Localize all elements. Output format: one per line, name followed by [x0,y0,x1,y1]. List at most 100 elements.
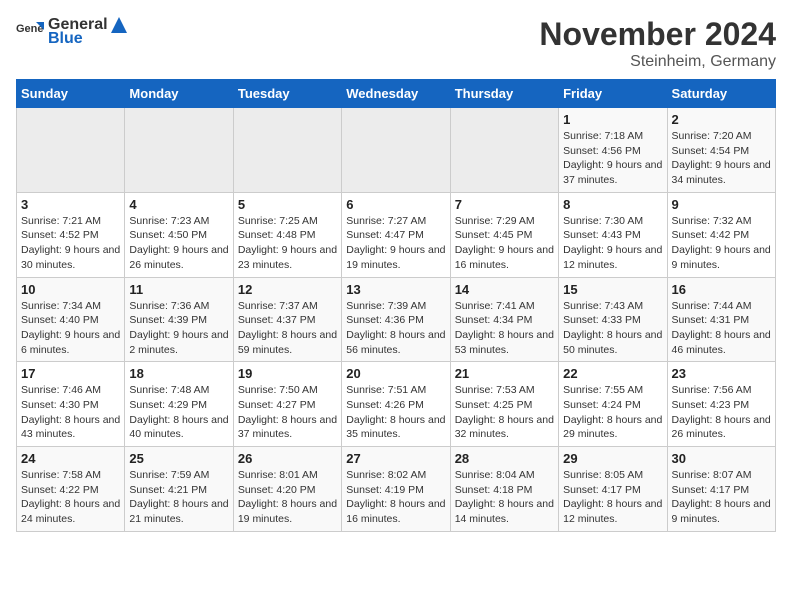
empty-cell [17,108,125,193]
calendar-body: 1 Sunrise: 7:18 AM Sunset: 4:56 PM Daylig… [17,108,776,532]
day-number: 19 [238,366,337,381]
calendar-header: SundayMondayTuesdayWednesdayThursdayFrid… [17,80,776,108]
week-row-5: 24 Sunrise: 7:58 AM Sunset: 4:22 PM Dayli… [17,447,776,532]
day-number: 20 [346,366,445,381]
day-cell-26: 26 Sunrise: 8:01 AM Sunset: 4:20 PM Dayli… [233,447,341,532]
title-area: November 2024 Steinheim, Germany [539,16,776,71]
day-info: Sunrise: 7:32 AM Sunset: 4:42 PM Dayligh… [672,214,771,273]
day-number: 27 [346,451,445,466]
day-cell-9: 9 Sunrise: 7:32 AM Sunset: 4:42 PM Daylig… [667,192,775,277]
day-info: Sunrise: 7:48 AM Sunset: 4:29 PM Dayligh… [129,383,228,442]
week-row-4: 17 Sunrise: 7:46 AM Sunset: 4:30 PM Dayli… [17,362,776,447]
day-number: 6 [346,197,445,212]
day-cell-15: 15 Sunrise: 7:43 AM Sunset: 4:33 PM Dayli… [559,277,667,362]
day-number: 28 [455,451,554,466]
day-number: 26 [238,451,337,466]
day-number: 7 [455,197,554,212]
day-number: 3 [21,197,120,212]
day-cell-10: 10 Sunrise: 7:34 AM Sunset: 4:40 PM Dayli… [17,277,125,362]
day-header-thursday: Thursday [450,80,558,108]
day-cell-24: 24 Sunrise: 7:58 AM Sunset: 4:22 PM Dayli… [17,447,125,532]
day-number: 13 [346,282,445,297]
day-info: Sunrise: 7:25 AM Sunset: 4:48 PM Dayligh… [238,214,337,273]
day-info: Sunrise: 7:34 AM Sunset: 4:40 PM Dayligh… [21,299,120,358]
day-cell-18: 18 Sunrise: 7:48 AM Sunset: 4:29 PM Dayli… [125,362,233,447]
day-cell-22: 22 Sunrise: 7:55 AM Sunset: 4:24 PM Dayli… [559,362,667,447]
day-header-wednesday: Wednesday [342,80,450,108]
logo-triangle-icon [110,16,128,34]
week-row-2: 3Sunrise: 7:21 AM Sunset: 4:52 PM Daylig… [17,192,776,277]
day-cell-7: 7Sunrise: 7:29 AM Sunset: 4:45 PM Daylig… [450,192,558,277]
logo: General General Blue [16,16,128,48]
day-cell-20: 20 Sunrise: 7:51 AM Sunset: 4:26 PM Dayli… [342,362,450,447]
day-info: Sunrise: 8:05 AM Sunset: 4:17 PM Dayligh… [563,468,662,527]
header: General General Blue November 2024 Stein… [16,16,776,71]
empty-cell [125,108,233,193]
day-info: Sunrise: 7:51 AM Sunset: 4:26 PM Dayligh… [346,383,445,442]
day-info: Sunrise: 7:59 AM Sunset: 4:21 PM Dayligh… [129,468,228,527]
day-info: Sunrise: 7:20 AM Sunset: 4:54 PM Dayligh… [672,129,771,188]
day-number: 24 [21,451,120,466]
day-number: 22 [563,366,662,381]
day-number: 4 [129,197,228,212]
day-cell-6: 6 Sunrise: 7:27 AM Sunset: 4:47 PM Daylig… [342,192,450,277]
day-header-monday: Monday [125,80,233,108]
day-cell-8: 8 Sunrise: 7:30 AM Sunset: 4:43 PM Daylig… [559,192,667,277]
day-info: Sunrise: 7:56 AM Sunset: 4:23 PM Dayligh… [672,383,771,442]
day-info: Sunrise: 8:02 AM Sunset: 4:19 PM Dayligh… [346,468,445,527]
day-number: 17 [21,366,120,381]
day-cell-25: 25 Sunrise: 7:59 AM Sunset: 4:21 PM Dayli… [125,447,233,532]
day-number: 23 [672,366,771,381]
day-cell-29: 29 Sunrise: 8:05 AM Sunset: 4:17 PM Dayli… [559,447,667,532]
day-info: Sunrise: 7:36 AM Sunset: 4:39 PM Dayligh… [129,299,228,358]
day-cell-17: 17 Sunrise: 7:46 AM Sunset: 4:30 PM Dayli… [17,362,125,447]
day-cell-12: 12Sunrise: 7:37 AM Sunset: 4:37 PM Dayli… [233,277,341,362]
day-header-friday: Friday [559,80,667,108]
day-cell-16: 16 Sunrise: 7:44 AM Sunset: 4:31 PM Dayli… [667,277,775,362]
day-info: Sunrise: 7:55 AM Sunset: 4:24 PM Dayligh… [563,383,662,442]
day-number: 10 [21,282,120,297]
week-row-1: 1 Sunrise: 7:18 AM Sunset: 4:56 PM Daylig… [17,108,776,193]
day-info: Sunrise: 7:30 AM Sunset: 4:43 PM Dayligh… [563,214,662,273]
day-number: 16 [672,282,771,297]
day-number: 1 [563,112,662,127]
day-cell-2: 2Sunrise: 7:20 AM Sunset: 4:54 PM Daylig… [667,108,775,193]
day-cell-14: 14Sunrise: 7:41 AM Sunset: 4:34 PM Dayli… [450,277,558,362]
day-info: Sunrise: 7:53 AM Sunset: 4:25 PM Dayligh… [455,383,554,442]
day-info: Sunrise: 7:27 AM Sunset: 4:47 PM Dayligh… [346,214,445,273]
day-info: Sunrise: 7:23 AM Sunset: 4:50 PM Dayligh… [129,214,228,273]
day-number: 11 [129,282,228,297]
day-cell-3: 3Sunrise: 7:21 AM Sunset: 4:52 PM Daylig… [17,192,125,277]
day-cell-13: 13 Sunrise: 7:39 AM Sunset: 4:36 PM Dayli… [342,277,450,362]
day-number: 14 [455,282,554,297]
day-info: Sunrise: 7:44 AM Sunset: 4:31 PM Dayligh… [672,299,771,358]
day-info: Sunrise: 7:39 AM Sunset: 4:36 PM Dayligh… [346,299,445,358]
day-header-tuesday: Tuesday [233,80,341,108]
day-number: 15 [563,282,662,297]
day-cell-1: 1 Sunrise: 7:18 AM Sunset: 4:56 PM Daylig… [559,108,667,193]
day-cell-23: 23 Sunrise: 7:56 AM Sunset: 4:23 PM Dayli… [667,362,775,447]
day-cell-5: 5 Sunrise: 7:25 AM Sunset: 4:48 PM Daylig… [233,192,341,277]
day-cell-11: 11 Sunrise: 7:36 AM Sunset: 4:39 PM Dayli… [125,277,233,362]
day-info: Sunrise: 8:01 AM Sunset: 4:20 PM Dayligh… [238,468,337,527]
day-cell-28: 28Sunrise: 8:04 AM Sunset: 4:18 PM Dayli… [450,447,558,532]
days-of-week-row: SundayMondayTuesdayWednesdayThursdayFrid… [17,80,776,108]
day-header-sunday: Sunday [17,80,125,108]
day-info: Sunrise: 7:58 AM Sunset: 4:22 PM Dayligh… [21,468,120,527]
day-cell-4: 4 Sunrise: 7:23 AM Sunset: 4:50 PM Daylig… [125,192,233,277]
day-number: 25 [129,451,228,466]
day-cell-30: 30Sunrise: 8:07 AM Sunset: 4:17 PM Dayli… [667,447,775,532]
day-number: 9 [672,197,771,212]
day-info: Sunrise: 7:18 AM Sunset: 4:56 PM Dayligh… [563,129,662,188]
day-number: 29 [563,451,662,466]
day-number: 8 [563,197,662,212]
day-cell-21: 21Sunrise: 7:53 AM Sunset: 4:25 PM Dayli… [450,362,558,447]
day-cell-27: 27 Sunrise: 8:02 AM Sunset: 4:19 PM Dayli… [342,447,450,532]
day-header-saturday: Saturday [667,80,775,108]
day-number: 5 [238,197,337,212]
day-info: Sunrise: 7:50 AM Sunset: 4:27 PM Dayligh… [238,383,337,442]
day-info: Sunrise: 7:43 AM Sunset: 4:33 PM Dayligh… [563,299,662,358]
day-info: Sunrise: 7:46 AM Sunset: 4:30 PM Dayligh… [21,383,120,442]
day-number: 18 [129,366,228,381]
day-cell-19: 19 Sunrise: 7:50 AM Sunset: 4:27 PM Dayli… [233,362,341,447]
